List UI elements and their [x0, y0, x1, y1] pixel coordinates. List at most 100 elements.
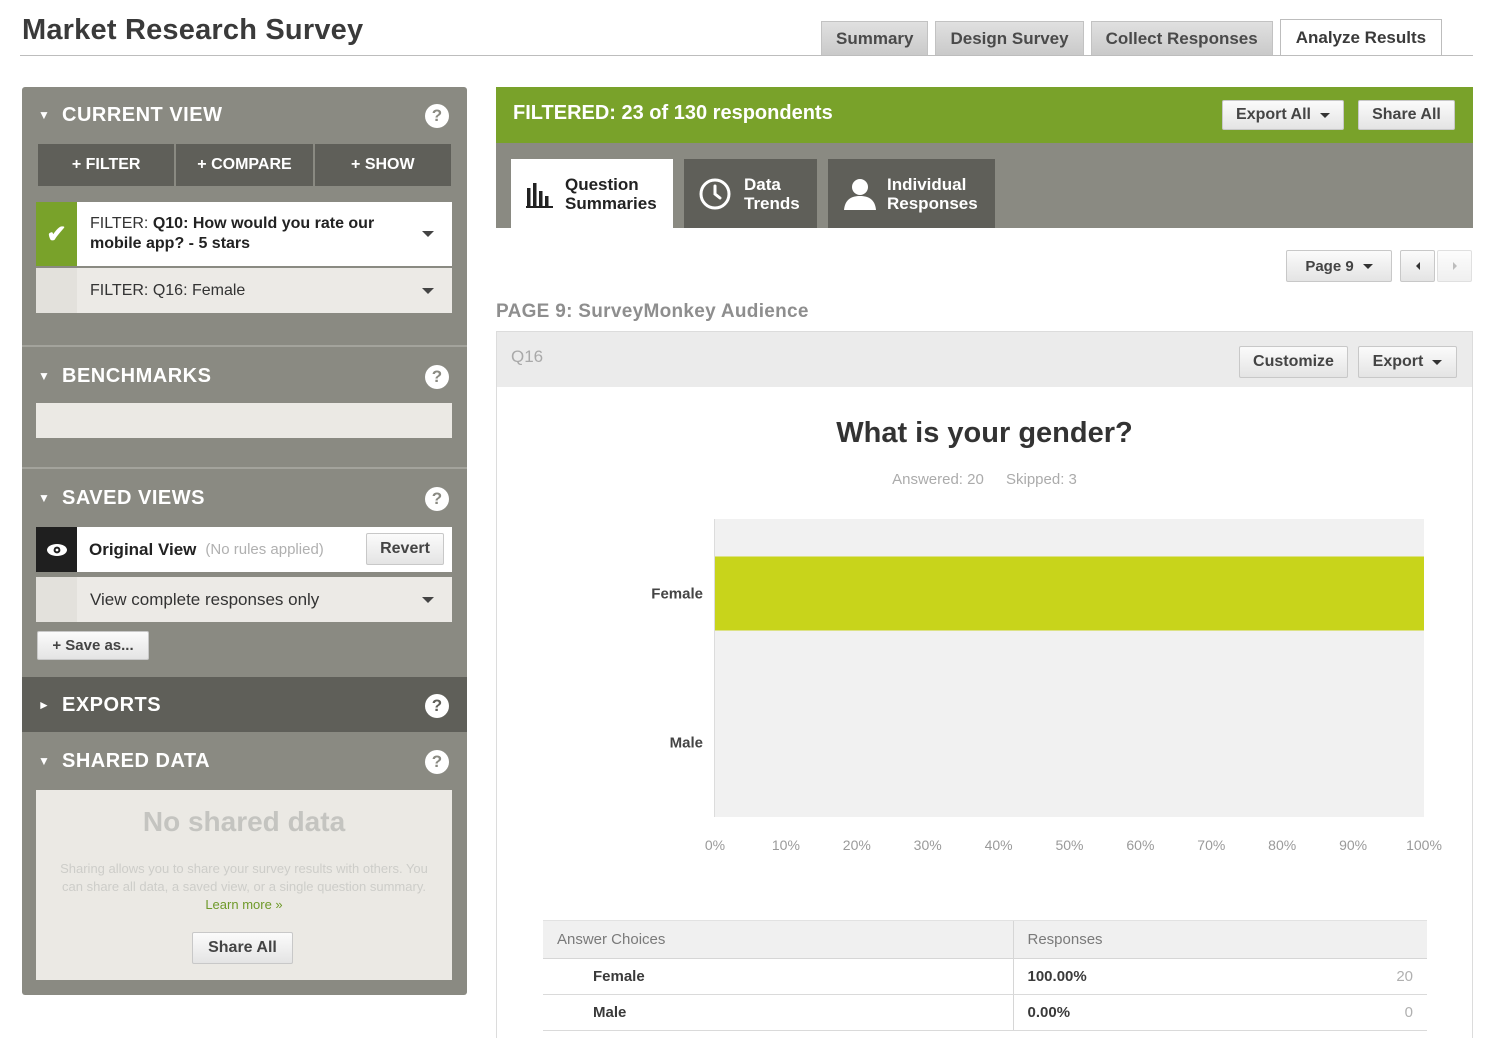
exports-heading: EXPORTS: [62, 693, 162, 716]
sidebar-share-all-button[interactable]: Share All: [192, 932, 293, 964]
arrow-left-icon: [1415, 262, 1420, 270]
tab-data-trends[interactable]: Data Trends: [684, 159, 817, 228]
question-title: What is your gender?: [836, 417, 1133, 449]
tab-individual-responses[interactable]: Individual Responses: [828, 159, 995, 228]
tab-collect-responses[interactable]: Collect Responses: [1090, 21, 1273, 56]
add-compare-button[interactable]: + COMPARE: [176, 144, 313, 186]
tab-label-line1: Question: [565, 174, 639, 194]
chevron-down-icon: [1362, 263, 1373, 269]
table-row: Male 0.00% 0: [543, 994, 1427, 1031]
col-answer-choices[interactable]: Answer Choices: [543, 920, 1013, 959]
help-icon[interactable]: ?: [425, 487, 449, 511]
question-stats: Answered: 20 Skipped: 3: [497, 471, 1472, 488]
chevron-down-icon[interactable]: [422, 287, 434, 294]
chevron-down-icon[interactable]: [422, 231, 434, 237]
answer-choice: Female: [543, 958, 1013, 995]
x-tick-label: 0%: [705, 837, 725, 853]
clock-icon: [699, 178, 731, 209]
benchmarks-header[interactable]: ▼ BENCHMARKS ?: [22, 350, 467, 402]
y-tick-label: Male: [670, 735, 703, 752]
checkmark-icon[interactable]: ✔: [36, 202, 77, 266]
chevron-down-icon[interactable]: [422, 596, 434, 603]
table-row: Female 100.00% 20: [543, 958, 1427, 995]
page-title: Market Research Survey: [22, 14, 364, 46]
saved-views-heading: SAVED VIEWS: [62, 486, 205, 509]
page-selector-value: Page 9: [1305, 257, 1354, 275]
add-filter-button[interactable]: + FILTER: [38, 144, 175, 186]
tab-summary[interactable]: Summary: [821, 21, 929, 56]
export-button[interactable]: Export: [1358, 346, 1457, 378]
eye-icon[interactable]: [36, 527, 77, 572]
current-view-header[interactable]: ▼ CURRENT VIEW ?: [22, 89, 467, 141]
tab-label-line1: Data: [744, 174, 781, 194]
filter-rule-text: FILTER: Q16: Female: [77, 281, 422, 301]
help-icon[interactable]: ?: [425, 694, 449, 718]
benchmarks-heading: BENCHMARKS: [62, 364, 212, 387]
filter-rule-q16[interactable]: FILTER: Q16: Female: [36, 268, 452, 313]
x-tick-label: 100%: [1406, 837, 1442, 853]
shared-data-description: Sharing allows you to share your survey …: [54, 860, 434, 914]
filter-rule-value: Q16: Female: [152, 281, 246, 299]
add-show-button[interactable]: + SHOW: [314, 144, 451, 186]
response-count: 20: [1321, 958, 1427, 995]
filter-rule-text: FILTER: Q10: How would you rate our mobi…: [77, 214, 422, 254]
collapse-triangle-icon: ▼: [38, 108, 50, 122]
saved-view-toggle[interactable]: [36, 577, 77, 622]
person-icon: [844, 178, 876, 210]
question-id: Q16: [511, 347, 544, 366]
expand-triangle-icon: ►: [38, 698, 50, 712]
exports-header[interactable]: ► EXPORTS ?: [22, 679, 467, 731]
original-view-label: Original View: [89, 539, 197, 559]
export-all-button[interactable]: Export All: [1222, 100, 1344, 130]
x-tick-label: 20%: [843, 837, 871, 853]
arrow-right-icon: [1452, 262, 1457, 270]
filter-prefix: FILTER:: [90, 215, 149, 232]
filter-prefix: FILTER:: [90, 281, 149, 299]
filter-rule-q10[interactable]: ✔ FILTER: Q10: How would you rate our mo…: [36, 202, 452, 266]
benchmarks-box: [36, 403, 452, 438]
chart-container: Female Male 0% 10% 20% 30% 40% 50% 60% 70% 80% 90% 1…: [497, 502, 1472, 867]
save-as-button[interactable]: + Save as...: [37, 631, 149, 660]
export-all-label: Export All: [1236, 106, 1311, 123]
filter-toggle[interactable]: [36, 268, 77, 313]
next-page-button[interactable]: [1437, 250, 1472, 282]
responses-table: Answer Choices Responses Female 100.00% …: [543, 920, 1427, 1031]
share-all-button[interactable]: Share All: [1358, 100, 1455, 130]
collapse-triangle-icon: ▼: [38, 754, 50, 768]
shared-data-header[interactable]: ▼ SHARED DATA ?: [22, 735, 467, 787]
tab-label-line2: Summaries: [565, 193, 657, 213]
answered-count: Answered: 20: [892, 471, 984, 488]
tab-analyze-results[interactable]: Analyze Results: [1279, 19, 1443, 56]
help-icon[interactable]: ?: [425, 750, 449, 774]
response-bar-chart: Female Male 0% 10% 20% 30% 40% 50% 60% 70% 80% 90% 1…: [651, 519, 1442, 853]
previous-page-button[interactable]: [1400, 250, 1435, 282]
help-icon[interactable]: ?: [425, 104, 449, 128]
x-tick-label: 10%: [772, 837, 800, 853]
response-count: 0: [1321, 994, 1427, 1031]
x-tick-label: 80%: [1268, 837, 1296, 853]
saved-view-value: View complete responses only: [90, 589, 320, 609]
saved-views-header[interactable]: ▼ SAVED VIEWS ?: [22, 472, 467, 524]
saved-view-dropdown[interactable]: View complete responses only: [36, 577, 452, 622]
help-icon[interactable]: ?: [425, 365, 449, 389]
shared-data-text: Sharing allows you to share your survey …: [60, 861, 428, 894]
table-header-row: Answer Choices Responses: [543, 920, 1427, 959]
x-tick-label: 40%: [985, 837, 1013, 853]
x-tick-label: 50%: [1055, 837, 1083, 853]
tab-question-summaries[interactable]: Question Summaries: [511, 159, 673, 228]
col-responses[interactable]: Responses: [1012, 920, 1322, 959]
skipped-count: Skipped: 3: [1006, 471, 1077, 488]
learn-more-link[interactable]: Learn more »: [205, 897, 282, 912]
x-tick-label: 30%: [914, 837, 942, 853]
collapse-triangle-icon: ▼: [38, 369, 50, 383]
bar-female: [715, 556, 1424, 631]
bar-chart-icon: [526, 182, 553, 208]
original-view-row[interactable]: Original View (No rules applied) Revert: [36, 527, 452, 572]
revert-button[interactable]: Revert: [366, 533, 444, 565]
customize-button[interactable]: Customize: [1239, 346, 1348, 378]
tab-design-survey[interactable]: Design Survey: [935, 21, 1084, 56]
page-selector[interactable]: Page 9: [1286, 250, 1392, 282]
current-view-heading: CURRENT VIEW: [62, 103, 223, 126]
section-divider: [22, 467, 467, 469]
page-heading: PAGE 9: SurveyMonkey Audience: [496, 301, 809, 322]
